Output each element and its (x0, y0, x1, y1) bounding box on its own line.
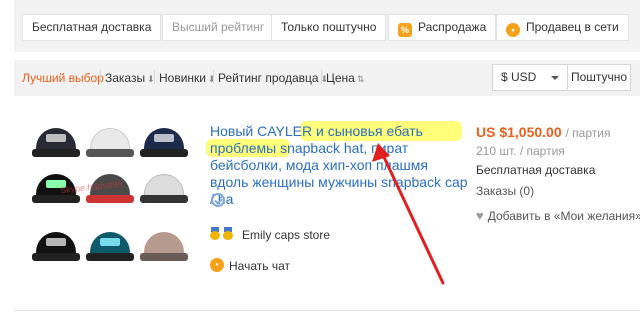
top-rated-filter[interactable]: Высший рейтинг (162, 14, 275, 41)
product-thumbnail[interactable] (138, 166, 190, 210)
medal-icon (223, 227, 233, 240)
filter-bar: Бесплатная доставка Высший рейтинг Тольк… (14, 0, 640, 52)
seller-online-filter[interactable]: • Продавец в сети (496, 14, 629, 41)
sort-seller-rating[interactable]: Рейтинг продавца ⬇ (218, 71, 328, 85)
store-name-link[interactable]: Emily caps store (242, 228, 330, 242)
online-seller-icon: • (506, 23, 520, 37)
price-value: US $1,050.00 (476, 124, 562, 140)
sort-updown-icon: ⇅ (356, 74, 365, 84)
sort-bar: Лучший выбор Заказы ⬇ Новинки ⬇ Рейтинг пр… (14, 60, 640, 96)
start-chat-link[interactable]: Начать чат (229, 259, 290, 273)
piece-shipping-button[interactable]: Поштучно (567, 64, 631, 91)
sort-price-label: Цена (326, 71, 355, 85)
free-shipping-filter[interactable]: Бесплатная доставка (22, 14, 162, 41)
sort-price[interactable]: Цена ⇅ (326, 71, 364, 85)
product-title-line1: Новый CAYLER и сыновья ебать (210, 123, 423, 139)
free-shipping-label: Бесплатная доставка (476, 163, 596, 177)
wishlist-label: Добавить в «Мои желания» (487, 209, 640, 223)
sort-seller-rating-label: Рейтинг продавца (218, 71, 319, 85)
piece-only-filter[interactable]: Только поштучно (271, 14, 387, 41)
product-image-grid[interactable]: Skype:hathat99 (20, 120, 200, 290)
sort-divider (100, 70, 101, 84)
lot-quantity: 210 шт. / партия (476, 144, 565, 158)
product-thumbnail[interactable] (30, 224, 82, 268)
currency-select[interactable]: $ USD (492, 64, 568, 91)
sort-divider (154, 70, 155, 84)
sort-best-match[interactable]: Лучший выбор (22, 71, 104, 85)
currency-value: $ USD (501, 70, 537, 84)
product-thumbnail[interactable] (138, 120, 190, 164)
sale-filter-label: Распродажа (418, 20, 487, 34)
orders-count: Заказы (0) (476, 184, 535, 198)
arrow-down-icon: ⬇ (208, 74, 216, 84)
sort-newest[interactable]: Новинки ⬇ (159, 71, 216, 85)
sale-tag-icon: % (398, 23, 412, 37)
product-thumbnail[interactable] (84, 120, 136, 164)
chat-icon[interactable]: • (210, 258, 224, 272)
product-thumbnail[interactable] (84, 224, 136, 268)
product-price: US $1,050.00 / партия (476, 124, 610, 140)
product-title[interactable]: Новый CAYLER и сыновья ебать проблемы sn… (210, 123, 468, 208)
divider (14, 310, 640, 311)
sort-orders[interactable]: Заказы ⬇ (105, 71, 155, 85)
sale-filter[interactable]: % Распродажа (388, 14, 497, 41)
price-unit: / партия (565, 126, 611, 140)
medal-icon (210, 227, 220, 240)
product-thumbnail[interactable] (138, 224, 190, 268)
add-to-wishlist-link[interactable]: ♥ Добавить в «Мои желания» (476, 208, 640, 223)
product-thumbnail[interactable] (30, 120, 82, 164)
sort-divider (213, 70, 214, 84)
heart-icon: ♥ (476, 208, 484, 223)
verified-check-icon (211, 193, 225, 207)
sort-newest-label: Новинки (159, 71, 206, 85)
chevron-down-icon (551, 76, 559, 80)
sort-divider (321, 70, 322, 84)
seller-medals (210, 227, 236, 245)
seller-online-label: Продавец в сети (526, 20, 619, 34)
sort-orders-label: Заказы (105, 71, 146, 85)
product-title-line2: проблемы snapback hat, пират бейсболки, … (210, 140, 468, 207)
